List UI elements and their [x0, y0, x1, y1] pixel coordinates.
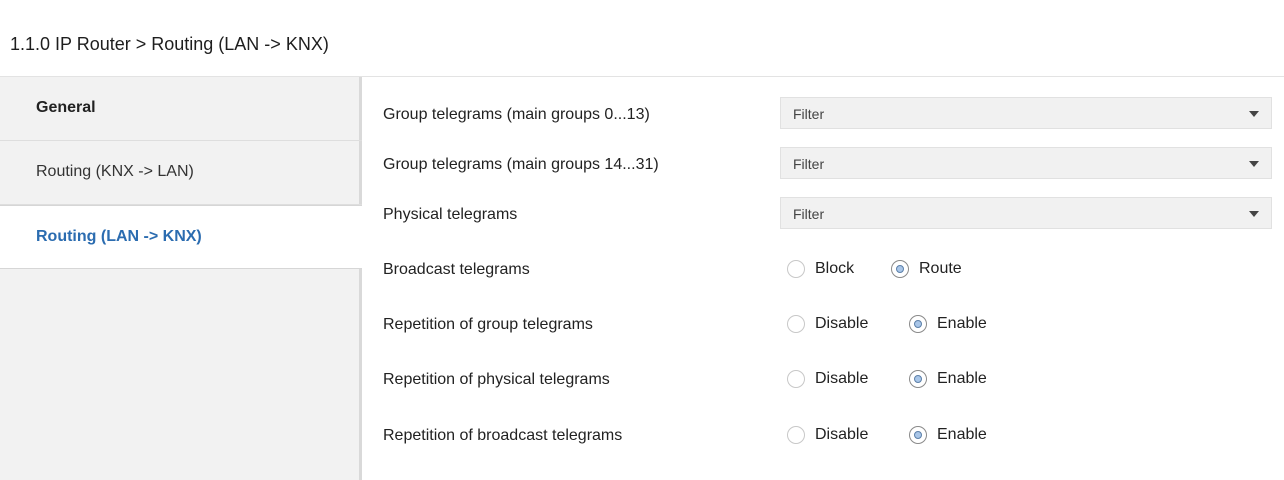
radio-button-icon [909, 426, 927, 444]
param-row-group-14-31: Group telegrams (main groups 14...31) Fi… [365, 147, 1284, 181]
physical-telegrams-select[interactable]: Filter [780, 197, 1272, 229]
sidebar: General Routing (KNX -> LAN) Routing (LA… [0, 77, 362, 480]
select-value: Filter [793, 206, 825, 222]
param-label: Physical telegrams [383, 206, 518, 223]
param-label: Group telegrams (main groups 0...13) [383, 106, 650, 123]
param-row-rep-physical: Repetition of physical telegrams Disable… [365, 362, 1284, 396]
parameter-panel: Group telegrams (main groups 0...13) Fil… [365, 77, 1284, 480]
param-row-rep-broadcast: Repetition of broadcast telegrams Disabl… [365, 418, 1284, 452]
param-label: Repetition of group telegrams [383, 316, 593, 333]
page-title: 1.1.0 IP Router > Routing (LAN -> KNX) [10, 34, 329, 54]
caret-down-icon [1249, 161, 1259, 167]
param-row-physical: Physical telegrams Filter [365, 197, 1284, 231]
sidebar-item-label: Routing (KNX -> LAN) [36, 163, 194, 180]
radio-button-icon [909, 370, 927, 388]
radio-button-icon [787, 315, 805, 333]
radio-label: Disable [815, 370, 869, 387]
radio-button-icon [787, 426, 805, 444]
param-row-rep-group: Repetition of group telegrams Disable En… [365, 307, 1284, 341]
caret-down-icon [1249, 111, 1259, 117]
radio-label: Disable [815, 426, 869, 443]
param-label: Repetition of physical telegrams [383, 371, 610, 388]
radio-button-icon [909, 315, 927, 333]
radio-button-icon [787, 260, 805, 278]
sidebar-item-general[interactable]: General [0, 77, 362, 141]
group-telegrams-14-31-select[interactable]: Filter [780, 147, 1272, 179]
sidebar-item-label: Routing (LAN -> KNX) [36, 228, 202, 245]
caret-down-icon [1249, 211, 1259, 217]
sidebar-item-routing-lan-knx[interactable]: Routing (LAN -> KNX) [0, 205, 362, 269]
param-row-broadcast: Broadcast telegrams Block Route [365, 252, 1284, 286]
radio-label: Enable [937, 315, 987, 332]
radio-button-icon [787, 370, 805, 388]
radio-label: Route [919, 260, 962, 277]
param-label: Broadcast telegrams [383, 261, 530, 278]
param-label: Group telegrams (main groups 14...31) [383, 156, 659, 173]
param-row-group-0-13: Group telegrams (main groups 0...13) Fil… [365, 97, 1284, 131]
radio-label: Enable [937, 370, 987, 387]
select-value: Filter [793, 106, 825, 122]
param-label: Repetition of broadcast telegrams [383, 427, 623, 444]
sidebar-item-routing-knx-lan[interactable]: Routing (KNX -> LAN) [0, 141, 362, 205]
radio-label: Disable [815, 315, 869, 332]
sidebar-item-label: General [36, 99, 96, 116]
radio-label: Enable [937, 426, 987, 443]
window-header: 1.1.0 IP Router > Routing (LAN -> KNX) [0, 0, 1284, 77]
radio-label: Block [815, 260, 855, 277]
group-telegrams-0-13-select[interactable]: Filter [780, 97, 1272, 129]
select-value: Filter [793, 156, 825, 172]
radio-button-icon [891, 260, 909, 278]
